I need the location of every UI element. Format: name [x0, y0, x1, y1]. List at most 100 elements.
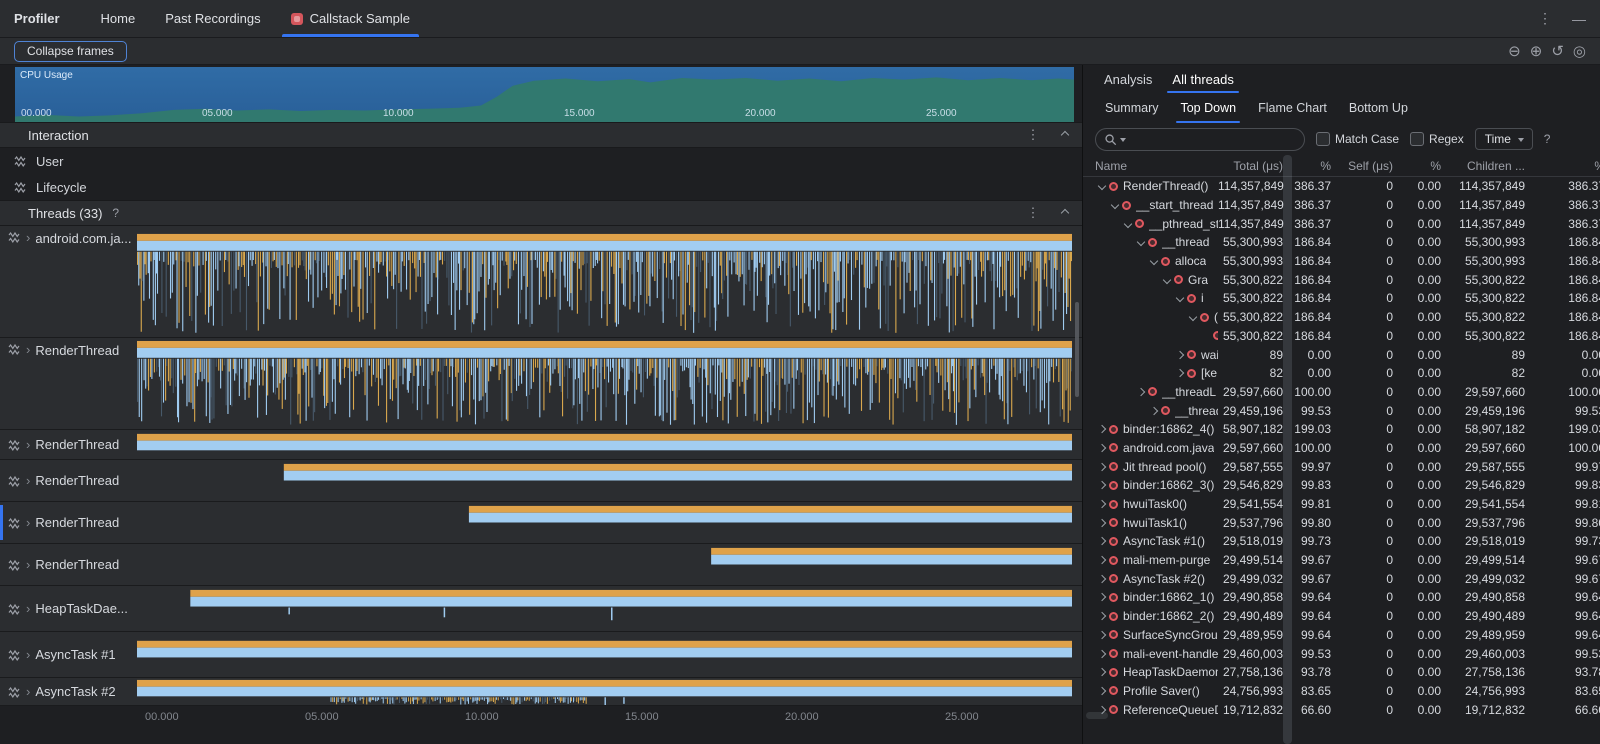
tree-row[interactable]: __threadL29,597,660100.0000.0029,597,660…: [1083, 383, 1600, 402]
checkbox-box[interactable]: [1316, 132, 1330, 146]
interaction-menu-icon[interactable]: ⋮: [1018, 127, 1048, 143]
chevron-expanded-icon[interactable]: [1147, 254, 1161, 268]
chevron-collapsed-icon[interactable]: [1095, 553, 1109, 567]
interaction-collapse-icon[interactable]: [1048, 132, 1082, 138]
chevron-right-icon[interactable]: ›: [26, 558, 30, 571]
tree-row[interactable]: hwuiTask0()29,541,55499.8100.0029,541,55…: [1083, 495, 1600, 514]
tree-row[interactable]: AsyncTask #2()29,499,03299.6700.0029,499…: [1083, 569, 1600, 588]
column-header[interactable]: Total (μs): [1218, 159, 1288, 173]
chevron-collapsed-icon[interactable]: [1095, 590, 1109, 604]
timeline-scrollbar[interactable]: [1075, 302, 1079, 397]
regex-checkbox[interactable]: Regex: [1410, 132, 1464, 146]
tree-row[interactable]: Jit thread pool()29,587,55599.9700.0029,…: [1083, 457, 1600, 476]
tab-bottom-up[interactable]: Bottom Up: [1339, 93, 1418, 123]
thread-track[interactable]: [137, 544, 1072, 585]
thread-track[interactable]: [137, 226, 1072, 337]
chevron-collapsed-icon[interactable]: [1095, 422, 1109, 436]
interaction-header[interactable]: Interaction ⋮: [0, 122, 1082, 148]
interaction-row-user[interactable]: User: [0, 148, 1082, 174]
chevron-collapsed-icon[interactable]: [1095, 516, 1109, 530]
thread-row[interactable]: ›AsyncTask #2: [0, 678, 1082, 706]
thread-row[interactable]: ›RenderThread: [0, 502, 1082, 544]
chevron-collapsed-icon[interactable]: [1095, 441, 1109, 455]
match-case-checkbox[interactable]: Match Case: [1316, 132, 1399, 146]
tree-row[interactable]: binder:16862_3()29,546,82999.8300.0029,5…: [1083, 476, 1600, 495]
thread-row[interactable]: ›RenderThread: [0, 430, 1082, 460]
chevron-expanded-icon[interactable]: [1095, 179, 1109, 193]
tree-row[interactable]: __thread29,459,19699.5300.0029,459,19699…: [1083, 401, 1600, 420]
column-header[interactable]: %: [1398, 159, 1446, 173]
threads-help-icon[interactable]: ?: [112, 206, 119, 220]
tab-callstack-sample[interactable]: Callstack Sample: [276, 0, 425, 37]
checkbox-box[interactable]: [1410, 132, 1424, 146]
tree-row[interactable]: SurfaceSyncGroup29,489,95999.6400.0029,4…: [1083, 626, 1600, 645]
tree-row[interactable]: Gra55,300,822186.8400.0055,300,822186.84: [1083, 270, 1600, 289]
tab-all-threads[interactable]: All threads: [1163, 65, 1242, 93]
chevron-collapsed-icon[interactable]: [1095, 665, 1109, 679]
thread-row[interactable]: ›android.com.ja...: [0, 226, 1082, 338]
search-input[interactable]: [1129, 132, 1296, 146]
tree-row[interactable]: alloca55,300,993186.8400.0055,300,993186…: [1083, 252, 1600, 271]
minimize-icon[interactable]: —: [1572, 11, 1586, 27]
tree-row[interactable]: android.com.java29,597,660100.0000.0029,…: [1083, 439, 1600, 458]
threads-menu-icon[interactable]: ⋮: [1018, 205, 1048, 221]
tree-row[interactable]: __thread55,300,993186.8400.0055,300,9931…: [1083, 233, 1600, 252]
kebab-menu-icon[interactable]: ⋮: [1538, 10, 1552, 27]
chevron-expanded-icon[interactable]: [1186, 310, 1200, 324]
tree-row[interactable]: (55,300,822186.8400.0055,300,822186.84: [1083, 308, 1600, 327]
tree-row[interactable]: binder:16862_1()29,490,85899.6400.0029,4…: [1083, 588, 1600, 607]
chevron-right-icon[interactable]: ›: [26, 231, 30, 244]
search-history-caret-icon[interactable]: [1120, 138, 1126, 145]
chevron-collapsed-icon[interactable]: [1173, 348, 1187, 362]
cpu-usage-chart[interactable]: CPU Usage 00.00005.00010.00015.00020.000…: [15, 67, 1074, 122]
tree-row[interactable]: i55,300,822186.8400.0055,300,822186.84: [1083, 289, 1600, 308]
chevron-expanded-icon[interactable]: [1160, 273, 1174, 287]
thread-label[interactable]: ›android.com.ja...: [0, 226, 137, 337]
tree-row[interactable]: __pthread_st114,357,849386.3700.00114,35…: [1083, 214, 1600, 233]
chevron-collapsed-icon[interactable]: [1095, 647, 1109, 661]
column-header[interactable]: Self (μs): [1336, 159, 1398, 173]
filter-help-icon[interactable]: ?: [1544, 132, 1551, 146]
zoom-out-icon[interactable]: ⊖: [1508, 44, 1521, 59]
chevron-expanded-icon[interactable]: [1108, 198, 1122, 212]
tree-row[interactable]: Profile Saver()24,756,99383.6500.0024,75…: [1083, 682, 1600, 701]
thread-label[interactable]: ›RenderThread: [0, 502, 137, 543]
thread-row[interactable]: ›AsyncTask #1: [0, 632, 1082, 678]
thread-track[interactable]: [137, 502, 1072, 543]
thread-row[interactable]: ›RenderThread: [0, 544, 1082, 586]
chevron-collapsed-icon[interactable]: [1095, 460, 1109, 474]
thread-track[interactable]: [137, 430, 1072, 459]
interaction-row-lifecycle[interactable]: Lifecycle: [0, 174, 1082, 200]
tree-row[interactable]: binder:16862_4()58,907,182199.0300.0058,…: [1083, 420, 1600, 439]
tree-row[interactable]: binder:16862_2()29,490,48999.6400.0029,4…: [1083, 607, 1600, 626]
column-header[interactable]: %: [1288, 159, 1336, 173]
reset-zoom-icon[interactable]: ↺: [1551, 44, 1564, 59]
column-header[interactable]: Name: [1083, 159, 1218, 173]
tab-home[interactable]: Home: [86, 0, 151, 37]
chevron-collapsed-icon[interactable]: [1095, 572, 1109, 586]
tree-row[interactable]: AsyncTask #1()29,518,01999.7300.0029,518…: [1083, 532, 1600, 551]
thread-track[interactable]: [137, 632, 1072, 677]
chevron-right-icon[interactable]: ›: [26, 602, 30, 615]
tree-row[interactable]: wai890.0000.00890.00: [1083, 345, 1600, 364]
tab-analysis[interactable]: Analysis: [1095, 65, 1161, 93]
chevron-collapsed-icon[interactable]: [1095, 478, 1109, 492]
chevron-collapsed-icon[interactable]: [1095, 497, 1109, 511]
thread-label[interactable]: ›RenderThread: [0, 460, 137, 501]
chevron-right-icon[interactable]: ›: [26, 685, 30, 698]
thread-track[interactable]: [137, 460, 1072, 501]
collapse-frames-button[interactable]: Collapse frames: [14, 41, 127, 62]
thread-label[interactable]: ›RenderThread: [0, 338, 137, 429]
thread-track[interactable]: [137, 678, 1072, 705]
tree-row[interactable]: 55,300,822186.8400.0055,300,822186.84: [1083, 327, 1600, 346]
thread-label[interactable]: ›RenderThread: [0, 430, 137, 459]
chevron-right-icon[interactable]: ›: [26, 474, 30, 487]
tree-row[interactable]: __start_thread114,357,849386.3700.00114,…: [1083, 196, 1600, 215]
tree-row[interactable]: mali-mem-purge29,499,51499.6700.0029,499…: [1083, 551, 1600, 570]
thread-label[interactable]: ›HeapTaskDae...: [0, 586, 137, 631]
thread-row[interactable]: ›RenderThread: [0, 460, 1082, 502]
thread-track[interactable]: [137, 586, 1072, 631]
table-scrollbar[interactable]: [1283, 155, 1292, 744]
search-box[interactable]: [1095, 128, 1305, 151]
tree-row[interactable]: RenderThread()114,357,849386.3700.00114,…: [1083, 177, 1600, 196]
